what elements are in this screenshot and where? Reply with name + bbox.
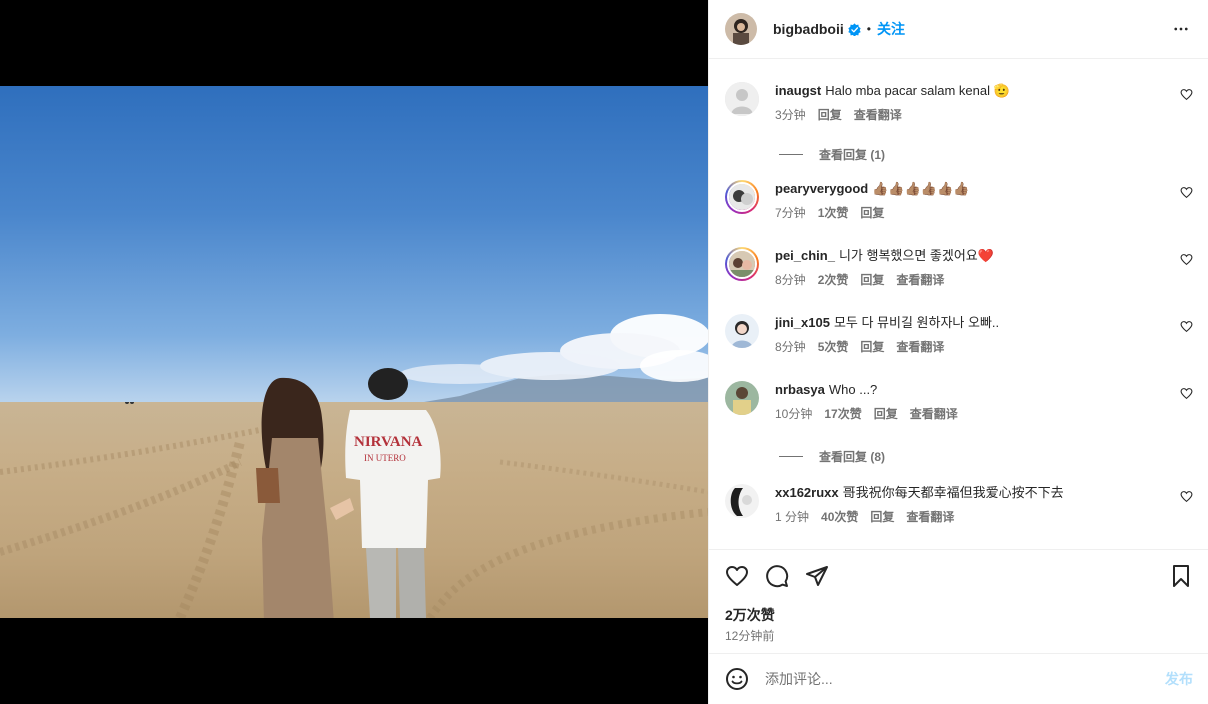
see-translation-button[interactable]: 查看翻译 [910,405,958,422]
heart-icon[interactable] [1180,253,1193,266]
post-media[interactable]: NIRVANA IN UTERO [0,0,708,704]
reply-button[interactable]: 回复 [860,204,884,221]
author-avatar[interactable] [725,13,757,45]
verified-badge-icon [848,22,861,36]
heart-icon[interactable] [1180,88,1193,101]
comment-text: 哥我祝你每天都幸福但我爱心按不下去 [842,485,1064,500]
post-like-count[interactable]: 2万次赞 [725,605,775,625]
reply-button[interactable]: 回复 [860,338,884,355]
view-replies-button[interactable]: 查看回复 (1) [779,146,885,163]
replies-divider-line [779,456,803,457]
comment-avatar[interactable] [725,314,759,348]
post-comment-button[interactable]: 发布 [1165,669,1193,689]
view-replies-label[interactable]: 查看回复 (1) [819,146,885,163]
svg-text:NIRVANA: NIRVANA [354,434,423,450]
photo-couple: NIRVANA IN UTERO [256,368,441,618]
author-username[interactable]: bigbadboii [773,21,844,37]
comment-username[interactable]: xx162ruxx [775,485,839,500]
more-horizontal-icon[interactable] [1172,20,1190,38]
comment-time[interactable]: 8分钟 [775,338,806,355]
comment-like-count[interactable]: 2次赞 [818,271,849,288]
header-separator: • [866,22,871,36]
comment-like-count[interactable]: 17次赞 [824,405,861,422]
comment-like-count[interactable]: 5次赞 [818,338,849,355]
replies-divider-line [779,154,803,155]
comment-avatar[interactable] [725,247,759,281]
comment-avatar[interactable] [725,381,759,415]
comment-like-count[interactable]: 40次赞 [821,508,858,525]
comment-text: Halo mba pacar salam kenal 🫡 [825,83,1010,98]
comments-list[interactable]: inaugst Halo mba pacar salam kenal 🫡 3分钟 … [709,60,1208,549]
heart-icon[interactable] [725,564,749,588]
comment-input[interactable] [765,671,1165,687]
comment-time[interactable]: 7分钟 [775,204,806,221]
add-comment-bar: 发布 [709,653,1208,704]
comment-avatar[interactable] [725,82,759,116]
comment-time[interactable]: 3分钟 [775,106,806,123]
comment-username[interactable]: inaugst [775,83,821,98]
post-actions: 2万次赞 12分钟前 [709,549,1208,653]
heart-icon[interactable] [1180,186,1193,199]
see-translation-button[interactable]: 查看翻译 [896,271,944,288]
comment-time[interactable]: 1 分钟 [775,508,809,525]
heart-icon[interactable] [1180,320,1193,333]
comment-username[interactable]: pei_chin_ [775,248,835,263]
comment-text: Who ...? [828,382,878,397]
see-translation-button[interactable]: 查看翻译 [906,508,954,525]
view-replies-button[interactable]: 查看回复 (8) [779,448,885,465]
comment-icon[interactable] [765,564,789,588]
see-translation-button[interactable]: 查看翻译 [896,338,944,355]
reply-button[interactable]: 回复 [860,271,884,288]
reply-button[interactable]: 回复 [874,405,898,422]
action-buttons-row [725,562,1193,590]
comment-time[interactable]: 10分钟 [775,405,812,422]
see-translation-button[interactable]: 查看翻译 [854,106,902,123]
share-icon[interactable] [805,564,829,588]
post-side-panel: bigbadboii • 关注 inaugst Halo mba pacar s… [708,0,1208,704]
reply-button[interactable]: 回复 [818,106,842,123]
comment-like-count[interactable]: 1次赞 [818,204,849,221]
post-timestamp[interactable]: 12分钟前 [725,627,774,644]
reply-button[interactable]: 回复 [870,508,894,525]
comment-username[interactable]: jini_x105 [775,315,830,330]
emoji-icon[interactable] [725,667,749,691]
comment-username[interactable]: nrbasya [775,382,825,397]
comment-avatar[interactable] [725,180,759,214]
follow-button[interactable]: 关注 [877,19,905,39]
comment-time[interactable]: 8分钟 [775,271,806,288]
comment-text: 👍🏽👍🏽👍🏽👍🏽👍🏽👍🏽 [872,181,970,196]
comment-avatar[interactable] [725,484,759,518]
view-replies-label[interactable]: 查看回复 (8) [819,448,885,465]
heart-icon[interactable] [1180,490,1193,503]
svg-text:IN UTERO: IN UTERO [364,453,406,463]
post-header: bigbadboii • 关注 [709,0,1208,59]
heart-icon[interactable] [1180,387,1193,400]
comment-username[interactable]: pearyverygood [775,181,868,196]
comment-text: 니가 행복했으면 좋겠어요❤️ [838,248,994,263]
post-photo: NIRVANA IN UTERO [0,86,708,618]
comment-text: 모두 다 뮤비길 원하자나 오빠.. [833,315,1000,330]
bookmark-icon[interactable] [1169,564,1193,588]
